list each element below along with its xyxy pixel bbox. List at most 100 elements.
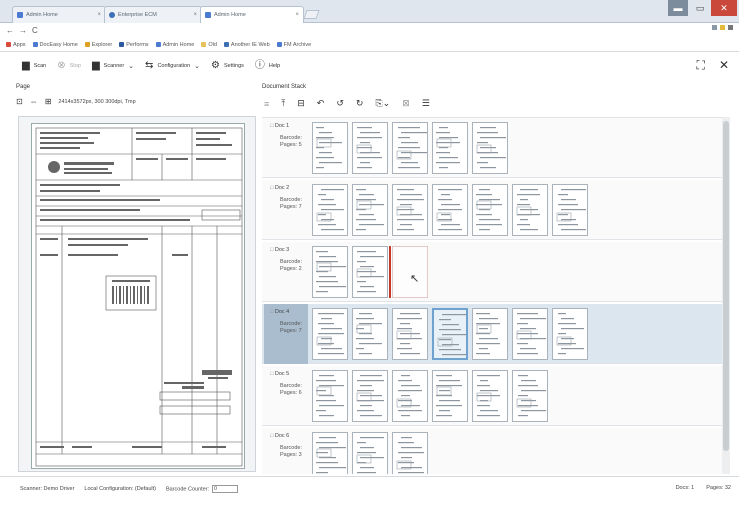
page-thumbnail[interactable] <box>472 308 508 360</box>
stack-panel-title: Document Stack <box>262 84 307 90</box>
reload-icon[interactable]: C <box>32 26 38 35</box>
bookmark-item[interactable]: Explorer <box>84 42 112 48</box>
page-thumbnail[interactable] <box>512 370 548 422</box>
back-icon[interactable]: ← <box>6 26 14 35</box>
list-view-icon[interactable]: ☰ <box>422 98 430 109</box>
delete-icon[interactable]: ⊠ <box>402 98 410 109</box>
thumbnail-content <box>356 127 382 169</box>
scrollbar-thumb[interactable] <box>723 121 729 451</box>
close-tab-icon[interactable]: × <box>295 12 299 18</box>
split-icon[interactable]: ⊟ <box>297 98 305 109</box>
page-thumbnail[interactable] <box>472 370 508 422</box>
page-thumbnail[interactable] <box>352 184 388 236</box>
close-window-button[interactable]: ✕ <box>711 0 737 16</box>
page-preview[interactable] <box>18 116 256 472</box>
forward-icon[interactable]: → <box>19 26 27 35</box>
page-thumbnail[interactable] <box>352 432 388 474</box>
stop-button[interactable]: ⊗ Stop <box>57 61 81 71</box>
document-info: Doc 2 Barcode: Pages: 7 <box>264 180 308 240</box>
page-thumbnail-selected[interactable] <box>432 308 468 360</box>
bookmark-item[interactable]: Admin Home <box>155 42 194 48</box>
thumbnail-content <box>556 313 584 355</box>
status-counter: Barcode Counter: 0 <box>166 484 239 493</box>
help-button[interactable]: ⓘ Help <box>255 61 280 71</box>
new-tab-button[interactable] <box>303 10 320 19</box>
page-thumbnail[interactable] <box>392 308 428 360</box>
thumbnail-content <box>476 313 500 355</box>
menu-icon[interactable] <box>728 25 733 30</box>
document-row[interactable]: Doc 2 Barcode: Pages: 7 <box>262 180 722 240</box>
page-thumbnail[interactable] <box>432 184 468 236</box>
page-thumbnail[interactable] <box>552 184 588 236</box>
chevron-down-icon: ⌄ <box>128 63 135 70</box>
bookmark-item[interactable]: Performs <box>119 42 149 48</box>
status-docs: Docs: 1 <box>675 485 695 491</box>
configuration-dropdown[interactable]: ⇆ Configuration ⌄ <box>145 61 200 71</box>
page-thumbnail[interactable] <box>312 370 348 422</box>
zoom-actual-icon[interactable]: ⊞ <box>45 97 52 106</box>
browser-tab[interactable]: Enterprise ECM × <box>104 6 202 23</box>
document-row[interactable]: Doc 3 Barcode: Pages: 2 ↖ <box>262 242 722 302</box>
thumbnail-content <box>396 313 422 355</box>
bookmark-item[interactable]: FM Archive <box>276 42 311 48</box>
browser-tab[interactable]: Admin Home × <box>12 6 106 23</box>
page-thumbnail[interactable] <box>312 432 348 474</box>
collapse-icon[interactable]: ≡ <box>264 99 269 109</box>
browser-tab-active[interactable]: Admin Home × <box>200 6 304 23</box>
page-thumbnail[interactable] <box>312 184 348 236</box>
page-thumbnail[interactable] <box>312 308 348 360</box>
document-row[interactable]: Doc 1 Barcode: Pages: 5 <box>262 118 722 178</box>
page-thumbnail[interactable] <box>392 432 428 474</box>
document-row[interactable]: Doc 6 Barcode: Pages: 3 <box>262 428 722 474</box>
page-thumbnail[interactable] <box>392 122 428 174</box>
bookmark-item[interactable]: DocEasy Home <box>32 42 78 48</box>
zoom-width-icon[interactable]: ⇔ <box>30 97 38 106</box>
page-thumbnail[interactable] <box>352 308 388 360</box>
thumbnail-content <box>516 313 546 355</box>
rotate-left-icon[interactable]: ↺ <box>336 98 344 109</box>
fullscreen-icon[interactable]: ⛶ <box>697 58 705 73</box>
page-thumbnail[interactable] <box>352 122 388 174</box>
counter-input[interactable]: 0 <box>212 484 239 493</box>
stack-scrollbar[interactable] <box>722 117 730 474</box>
invoice-page <box>25 123 245 469</box>
maximize-button[interactable]: ▭ <box>690 0 710 16</box>
bookmark-item[interactable]: Another IE Web <box>223 42 270 48</box>
document-barcode: Barcode: <box>280 197 303 203</box>
zoom-icon[interactable] <box>712 25 717 30</box>
minimize-button[interactable]: ▬ <box>668 0 688 16</box>
page-thumbnail[interactable] <box>392 370 428 422</box>
page-thumbnail[interactable] <box>352 246 388 298</box>
document-pages: Pages: 3 <box>280 452 302 458</box>
bookmark-item[interactable]: Old <box>201 42 217 48</box>
page-thumbnail[interactable] <box>472 184 508 236</box>
bookmark-icon <box>276 42 282 47</box>
scanner-dropdown[interactable]: ▆ Scanner ⌄ <box>92 61 134 71</box>
rotate-right-icon[interactable]: ↻ <box>356 98 364 109</box>
close-icon[interactable]: ✕ <box>719 58 729 73</box>
star-icon[interactable] <box>720 25 725 30</box>
close-tab-icon[interactable]: × <box>97 12 101 18</box>
page-thumbnail[interactable] <box>512 308 548 360</box>
settings-button[interactable]: ⚙ Settings <box>211 61 244 71</box>
page-thumbnail[interactable] <box>512 184 548 236</box>
page-thumbnail[interactable] <box>312 122 348 174</box>
page-thumbnail[interactable] <box>392 184 428 236</box>
bookmark-apps[interactable]: Apps <box>6 42 26 48</box>
page-thumbnail[interactable] <box>312 246 348 298</box>
close-tab-icon[interactable]: × <box>193 12 197 18</box>
page-thumbnail[interactable] <box>432 122 468 174</box>
zoom-fit-icon[interactable]: ⊡ <box>16 97 23 106</box>
page-thumbnail[interactable] <box>432 370 468 422</box>
page-thumbnail[interactable] <box>552 308 588 360</box>
page-panel: Page ⊡ ⇔ ⊞ 2414x3572px, 300 300dpi, Tmp <box>16 84 258 474</box>
move-top-icon[interactable]: ⤒ <box>281 98 285 109</box>
undo-icon[interactable]: ↶ <box>317 98 325 109</box>
document-row-selected[interactable]: Doc 4 Barcode: Pages: 7 <box>262 304 722 364</box>
document-row[interactable]: Doc 5 Barcode: Pages: 6 <box>262 366 722 426</box>
document-info: Doc 3 Barcode: Pages: 2 <box>264 242 308 302</box>
page-thumbnail[interactable] <box>352 370 388 422</box>
export-icon[interactable]: ⎘⌄ <box>375 98 390 109</box>
scan-button[interactable]: ▆ Scan <box>22 61 46 71</box>
page-thumbnail[interactable] <box>472 122 508 174</box>
